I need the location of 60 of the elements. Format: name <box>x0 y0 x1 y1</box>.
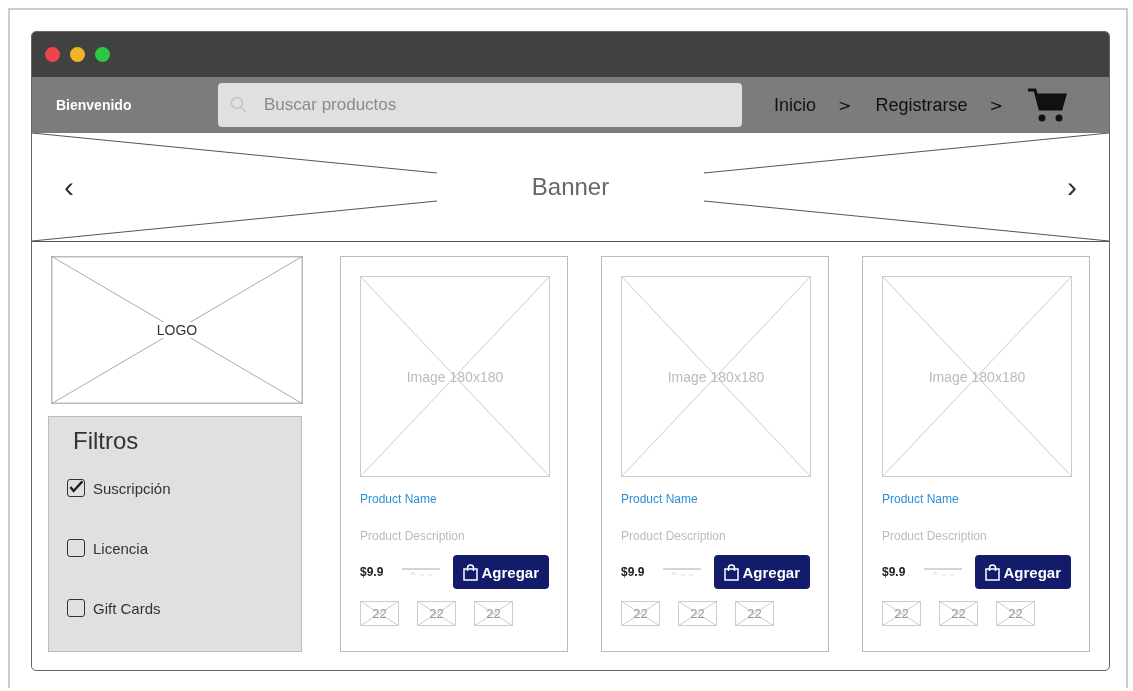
breadcrumb-separator: > <box>838 95 852 115</box>
thumbnail-placeholder[interactable] <box>939 601 978 626</box>
checkbox[interactable] <box>67 479 85 497</box>
nav-link[interactable]: Inicio <box>774 94 817 116</box>
thumbnail-caption: 22 <box>372 606 387 621</box>
thumbnail-placeholder[interactable] <box>735 601 774 626</box>
maximize-button[interactable] <box>95 47 110 62</box>
thumbnail-placeholder[interactable] <box>882 601 921 626</box>
shopping-bag-icon <box>463 563 479 581</box>
product-description: Product Description <box>621 529 726 543</box>
welcome-text: Bienvenido <box>55 97 133 113</box>
checkbox[interactable] <box>67 539 85 557</box>
quantity-line-drawing <box>663 567 701 577</box>
thumbnail-placeholder[interactable] <box>417 601 456 626</box>
minimize-button[interactable] <box>70 47 85 62</box>
thumbnail-placeholder[interactable] <box>474 601 513 626</box>
quantity-line-drawing <box>924 567 962 577</box>
checkbox[interactable] <box>67 599 85 617</box>
quantity-line-drawing <box>402 567 440 577</box>
thumbnail-placeholder[interactable] <box>678 601 717 626</box>
add-to-cart-button[interactable]: Agregar <box>714 555 810 589</box>
thumbnail-caption: 22 <box>486 606 501 621</box>
price-text: $9.9 <box>360 565 385 579</box>
thumbnail-placeholder[interactable] <box>621 601 660 626</box>
product-description: Product Description <box>882 529 987 543</box>
banner-title: Banner <box>531 173 610 201</box>
shopping-bag-icon <box>724 563 740 581</box>
product-description: Product Description <box>360 529 465 543</box>
image-caption: Image 180x180 <box>928 368 1026 385</box>
thumbnail-caption: 22 <box>633 606 648 621</box>
price-text: $9.9 <box>882 565 907 579</box>
thumbnail-caption: 22 <box>1008 606 1023 621</box>
product-name-link[interactable]: Product Name <box>621 492 698 506</box>
product-name-link[interactable]: Product Name <box>360 492 437 506</box>
image-caption: Image 180x180 <box>406 368 504 385</box>
thumbnail-caption: 22 <box>429 606 444 621</box>
thumbnail-placeholder[interactable] <box>360 601 399 626</box>
thumbnail-caption: 22 <box>747 606 762 621</box>
previous-button[interactable]: ‹ <box>32 172 106 202</box>
filters-title: Filtros <box>73 427 140 455</box>
nav-link[interactable]: Registrarse <box>875 94 968 116</box>
add-to-cart-button[interactable]: Agregar <box>975 555 1071 589</box>
thumbnail-placeholder[interactable] <box>996 601 1035 626</box>
close-button[interactable] <box>45 47 60 62</box>
thumbnail-caption: 22 <box>690 606 705 621</box>
thumbnail-caption: 22 <box>951 606 966 621</box>
breadcrumb-separator: > <box>989 95 1003 115</box>
checkbox-label: Gift Cards <box>93 599 161 617</box>
cart-icon[interactable] <box>1026 87 1067 123</box>
checkbox-label: Suscripción <box>93 479 171 497</box>
logo-text: LOGO <box>156 322 198 338</box>
image-caption: Image 180x180 <box>667 368 765 385</box>
product-name-link[interactable]: Product Name <box>882 492 959 506</box>
search-field[interactable]: Buscar productos <box>218 83 742 127</box>
thumbnail-caption: 22 <box>894 606 909 621</box>
shopping-bag-icon <box>985 563 1001 581</box>
price-text: $9.9 <box>621 565 646 579</box>
add-to-cart-button[interactable]: Agregar <box>453 555 549 589</box>
checkbox-label: Licencia <box>93 539 149 557</box>
next-button[interactable]: › <box>1035 172 1109 202</box>
